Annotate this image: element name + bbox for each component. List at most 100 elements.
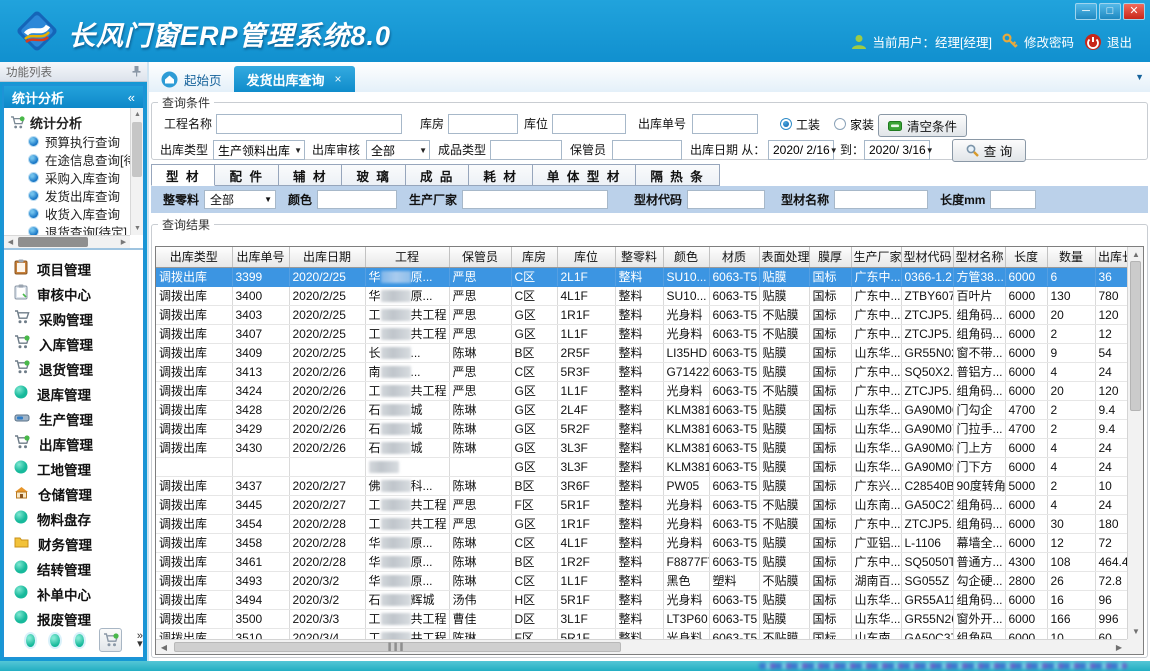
sidebar-menu-item[interactable]: 退货管理 [4, 356, 143, 381]
color-input[interactable] [317, 190, 397, 209]
sidebar-menu-item[interactable]: 物料盘存 [4, 506, 143, 531]
tree-root-statistics[interactable]: 统计分析 [10, 112, 130, 132]
sidebar-menu-item[interactable]: 出库管理 [4, 431, 143, 456]
minimize-button[interactable]: ─ [1075, 3, 1097, 20]
material-tab[interactable]: 耗 材 [469, 164, 532, 186]
column-header[interactable]: 生产厂家 [851, 247, 901, 267]
tree-horizontal-scrollbar[interactable]: ◀▶ [4, 235, 130, 248]
table-row[interactable]: 调拨出库34072020/2/25工共工程严思G区1L1F整料光身料6063-T… [156, 324, 1127, 343]
material-tab[interactable]: 配 件 [215, 164, 278, 186]
table-row[interactable]: 调拨出库35002020/3/3工共工程曹佳D区3L1F整料LT3P606063… [156, 609, 1127, 628]
column-header[interactable]: 库位 [557, 247, 615, 267]
tab-shipping-outbound-query[interactable]: 发货出库查询 × [234, 66, 355, 92]
tab-home[interactable]: 起始页 [149, 66, 234, 92]
table-row[interactable]: 调拨出库34612020/2/28华原...陈琳B区1R2F整料F8877FT6… [156, 552, 1127, 571]
table-row[interactable]: 调拨出库34092020/2/25长...陈琳B区2R5F整料LI35HD606… [156, 343, 1127, 362]
column-header[interactable]: 整零料 [615, 247, 663, 267]
column-header[interactable]: 出库单号 [232, 247, 289, 267]
warehouse-input[interactable] [448, 114, 518, 134]
table-row[interactable]: 调拨出库35102020/3/4工共工程陈琳F区5R1F整料光身料6063-T5… [156, 628, 1127, 639]
sidebar-overflow-button[interactable]: »▾ [137, 632, 143, 648]
date-to-select[interactable]: 2020/ 3/16▼ [864, 140, 930, 160]
cart-shortcut-button[interactable] [99, 628, 121, 652]
table-row[interactable]: G区3L3F整料KLM38176063-T5贴膜国标山东华...GA90M09.… [156, 457, 1127, 476]
tree-item[interactable]: 发货出库查询 [10, 186, 130, 204]
material-tab[interactable]: 型 材 [151, 164, 215, 186]
order-kind-radio[interactable]: 工装 [780, 116, 820, 133]
close-button[interactable]: ✕ [1123, 3, 1145, 20]
material-tab[interactable]: 玻 璃 [342, 164, 405, 186]
search-button[interactable]: 查 询 [952, 139, 1026, 162]
order-kind-radio[interactable]: 家装 [834, 116, 874, 133]
column-header[interactable]: 数量 [1047, 247, 1095, 267]
sidebar-menu-item[interactable]: 生产管理 [4, 406, 143, 431]
whole-part-select[interactable]: 全部▼ [204, 190, 276, 209]
tree-item[interactable]: 收货入库查询 [10, 204, 130, 222]
table-row[interactable]: 调拨出库34292020/2/26石城陈琳G区5R2F整料KLM38176063… [156, 419, 1127, 438]
table-row[interactable]: 调拨出库34132020/2/26南...严思C区5R3F整料G71422606… [156, 362, 1127, 381]
keeper-input[interactable] [612, 140, 682, 160]
sphere-icon[interactable] [50, 634, 59, 647]
table-row[interactable]: 调拨出库34932020/3/2华原...陈琳C区1L1F整料黑色塑料不贴膜国标… [156, 571, 1127, 590]
table-row[interactable]: 调拨出库34582020/2/28华原...陈琳C区4L1F整料光身料6063-… [156, 533, 1127, 552]
grid-horizontal-scrollbar[interactable]: ◀▶ ▌▌▌ [156, 639, 1127, 654]
sidebar-menu-item[interactable]: 结转管理 [4, 556, 143, 581]
sidebar-menu-item[interactable]: 审核中心 [4, 281, 143, 306]
tree-item[interactable]: 采购入库查询 [10, 168, 130, 186]
table-row[interactable]: 调拨出库34302020/2/26石城陈琳G区3L3F整料KLM38176063… [156, 438, 1127, 457]
column-header[interactable]: 长度 [1005, 247, 1047, 267]
audit-status-select[interactable]: 全部▼ [366, 140, 430, 160]
tree-vertical-scrollbar[interactable]: ▲▼ [130, 108, 143, 235]
profile-name-input[interactable] [834, 190, 928, 209]
column-header[interactable]: 保管员 [449, 247, 511, 267]
table-row[interactable]: 调拨出库34282020/2/26石城陈琳G区2L4F整料KLM38176063… [156, 400, 1127, 419]
location-input[interactable] [552, 114, 626, 134]
outbound-type-select[interactable]: 生产领料出库▼ [213, 140, 305, 160]
grid-vertical-scrollbar[interactable]: ▲▼ [1127, 247, 1143, 639]
table-row[interactable]: 调拨出库34032020/2/25工共工程严思G区1R1F整料光身料6063-T… [156, 305, 1127, 324]
sidebar-menu-item[interactable]: 退库管理 [4, 381, 143, 406]
column-header[interactable]: 表面处理 [759, 247, 809, 267]
table-row[interactable]: 调拨出库34452020/2/27工共工程严思F区5R1F整料光身料6063-T… [156, 495, 1127, 514]
tree-item[interactable]: 在途信息查询[待 [10, 150, 130, 168]
tree-item[interactable]: 退货查询[待定] [10, 222, 130, 235]
maximize-button[interactable]: □ [1099, 3, 1121, 20]
project-name-input[interactable] [216, 114, 402, 134]
profile-code-input[interactable] [687, 190, 765, 209]
material-tab[interactable]: 成 品 [406, 164, 469, 186]
sidebar-menu-item[interactable]: 采购管理 [4, 306, 143, 331]
column-header[interactable]: 出库类型 [156, 247, 232, 267]
table-row[interactable]: 调拨出库34002020/2/25华原...严思C区4L1F整料SU10...6… [156, 286, 1127, 305]
collapse-icon[interactable]: « [128, 90, 135, 105]
pin-icon[interactable] [132, 66, 141, 77]
sidebar-menu-item[interactable]: 入库管理 [4, 331, 143, 356]
material-tab[interactable]: 单 体 型 材 [533, 164, 636, 186]
column-header[interactable]: 库房 [511, 247, 557, 267]
table-row[interactable]: 调拨出库34372020/2/27佛科...陈琳B区3R6F整料PW056063… [156, 476, 1127, 495]
column-header[interactable]: 型材代码 [901, 247, 953, 267]
column-header[interactable]: 出库长度 [1095, 247, 1127, 267]
material-tab[interactable]: 隔 热 条 [636, 164, 719, 186]
column-header[interactable]: 型材名称 [953, 247, 1005, 267]
sphere-icon[interactable] [75, 634, 84, 647]
material-tab[interactable]: 辅 材 [279, 164, 342, 186]
table-row[interactable]: 调拨出库34942020/3/2石辉城汤伟H区5R1F整料光身料6063-T5贴… [156, 590, 1127, 609]
column-header[interactable]: 工程 [365, 247, 449, 267]
sidebar-menu-item[interactable]: 补单中心 [4, 581, 143, 606]
table-row[interactable]: 调拨出库33992020/2/25华原...严思C区2L1F整料SU10...6… [156, 267, 1127, 286]
table-row[interactable]: 调拨出库34542020/2/28工共工程严思G区1R1F整料光身料6063-T… [156, 514, 1127, 533]
date-from-select[interactable]: 2020/ 2/16▼ [768, 140, 834, 160]
clear-conditions-button[interactable]: 清空条件 [878, 114, 967, 137]
column-header[interactable]: 膜厚 [809, 247, 851, 267]
manufacturer-input[interactable] [462, 190, 608, 209]
length-input[interactable] [990, 190, 1036, 209]
sidebar-menu-item[interactable]: 工地管理 [4, 456, 143, 481]
sidebar-menu-item[interactable]: 项目管理 [4, 256, 143, 281]
column-header[interactable]: 颜色 [663, 247, 709, 267]
sphere-icon[interactable] [26, 634, 35, 647]
table-row[interactable]: 调拨出库34242020/2/26工共工程严思G区1L1F整料光身料6063-T… [156, 381, 1127, 400]
sidebar-group-header[interactable]: 统计分析 « [4, 86, 143, 108]
column-header[interactable]: 材质 [709, 247, 759, 267]
outbound-order-no-input[interactable] [692, 114, 758, 134]
tab-close-icon[interactable]: × [335, 72, 342, 86]
